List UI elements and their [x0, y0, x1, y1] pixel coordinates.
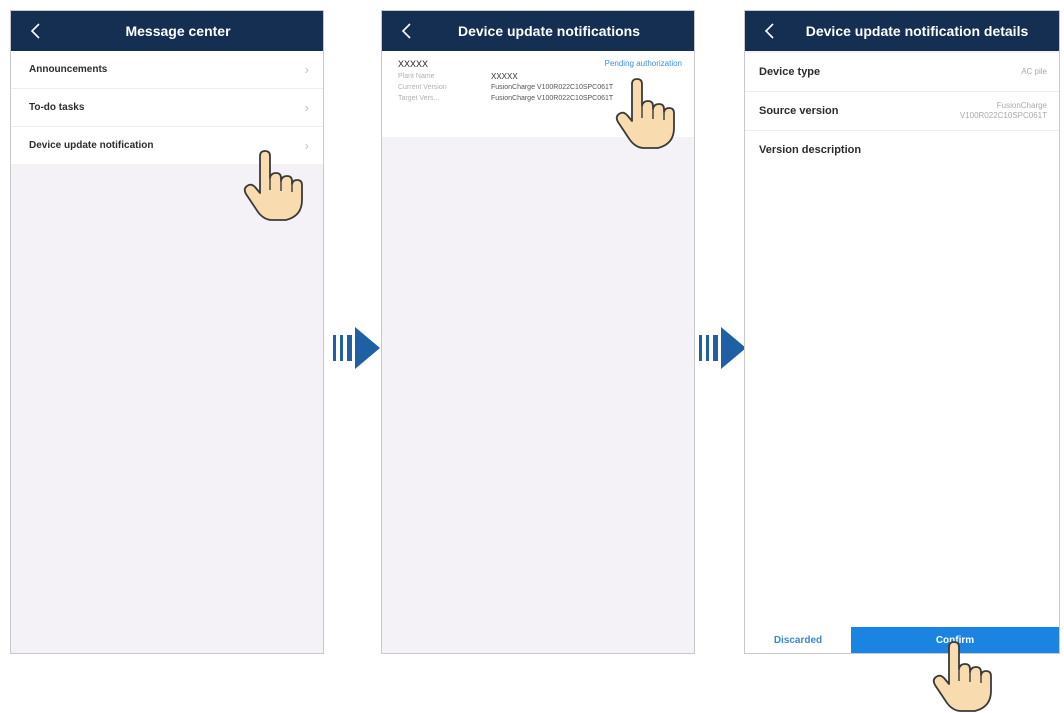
page-title: Device update notifications — [457, 23, 641, 39]
device-type-value: AC pile — [1021, 67, 1047, 76]
phone-screen-notification-details: Device update notification details Devic… — [744, 10, 1060, 654]
source-version-value: FusionCharge V100R022C10SPC061T — [960, 101, 1047, 121]
next-step-arrow-icon — [699, 327, 746, 369]
chevron-right-icon: › — [304, 138, 309, 153]
pointing-hand-icon — [243, 150, 303, 221]
page-title: Message center — [125, 23, 231, 39]
header-bar: Device update notifications — [382, 11, 694, 51]
pointing-hand-icon — [932, 641, 992, 712]
list-item-label: Announcements — [29, 64, 108, 75]
back-button[interactable] — [398, 20, 418, 42]
source-version-line1: FusionCharge — [996, 101, 1047, 110]
phone-screen-message-center: Message center Announcements › To-do tas… — [10, 10, 324, 654]
current-version-label: Current Version — [398, 84, 447, 91]
chevron-left-icon — [764, 23, 774, 39]
target-version-value: FusionCharge V100R022C10SPC061T — [491, 95, 614, 102]
list-item-label: Device update notification — [29, 140, 154, 151]
back-button[interactable] — [761, 20, 781, 42]
discard-button[interactable]: Discarded — [745, 627, 851, 653]
next-step-arrow-icon — [333, 327, 380, 369]
source-version-row: Source version FusionCharge V100R022C10S… — [745, 91, 1059, 130]
header-bar: Device update notification details — [745, 11, 1059, 51]
chevron-right-icon: › — [304, 62, 309, 77]
chevron-right-icon: › — [304, 100, 309, 115]
target-version-label: Target Vers... — [398, 95, 440, 102]
list-item-label: To-do tasks — [29, 102, 85, 113]
plant-name-value: XXXXX — [491, 72, 518, 81]
version-description-label: Version description — [759, 144, 862, 156]
list-item-announcements[interactable]: Announcements › — [11, 51, 323, 88]
current-version-value: FusionCharge V100R022C10SPC061T — [491, 84, 614, 91]
action-footer: Discarded Confirm — [745, 627, 1059, 653]
source-version-line2: V100R022C10SPC061T — [959, 111, 1047, 120]
source-version-label: Source version — [759, 105, 839, 117]
plant-name-label: Plant Name — [398, 73, 435, 80]
pointing-hand-icon — [615, 78, 675, 149]
chevron-left-icon — [401, 23, 411, 39]
header-bar: Message center — [11, 11, 323, 51]
version-description-row: Version description — [745, 130, 1059, 630]
chevron-left-icon — [30, 23, 40, 39]
page-title: Device update notification details — [805, 23, 1029, 39]
device-type-row: Device type AC pile — [745, 53, 1059, 91]
back-button[interactable] — [27, 20, 47, 42]
status-badge: Pending authorization — [604, 59, 682, 68]
device-type-label: Device type — [759, 66, 821, 78]
list-item-todo-tasks[interactable]: To-do tasks › — [11, 88, 323, 126]
